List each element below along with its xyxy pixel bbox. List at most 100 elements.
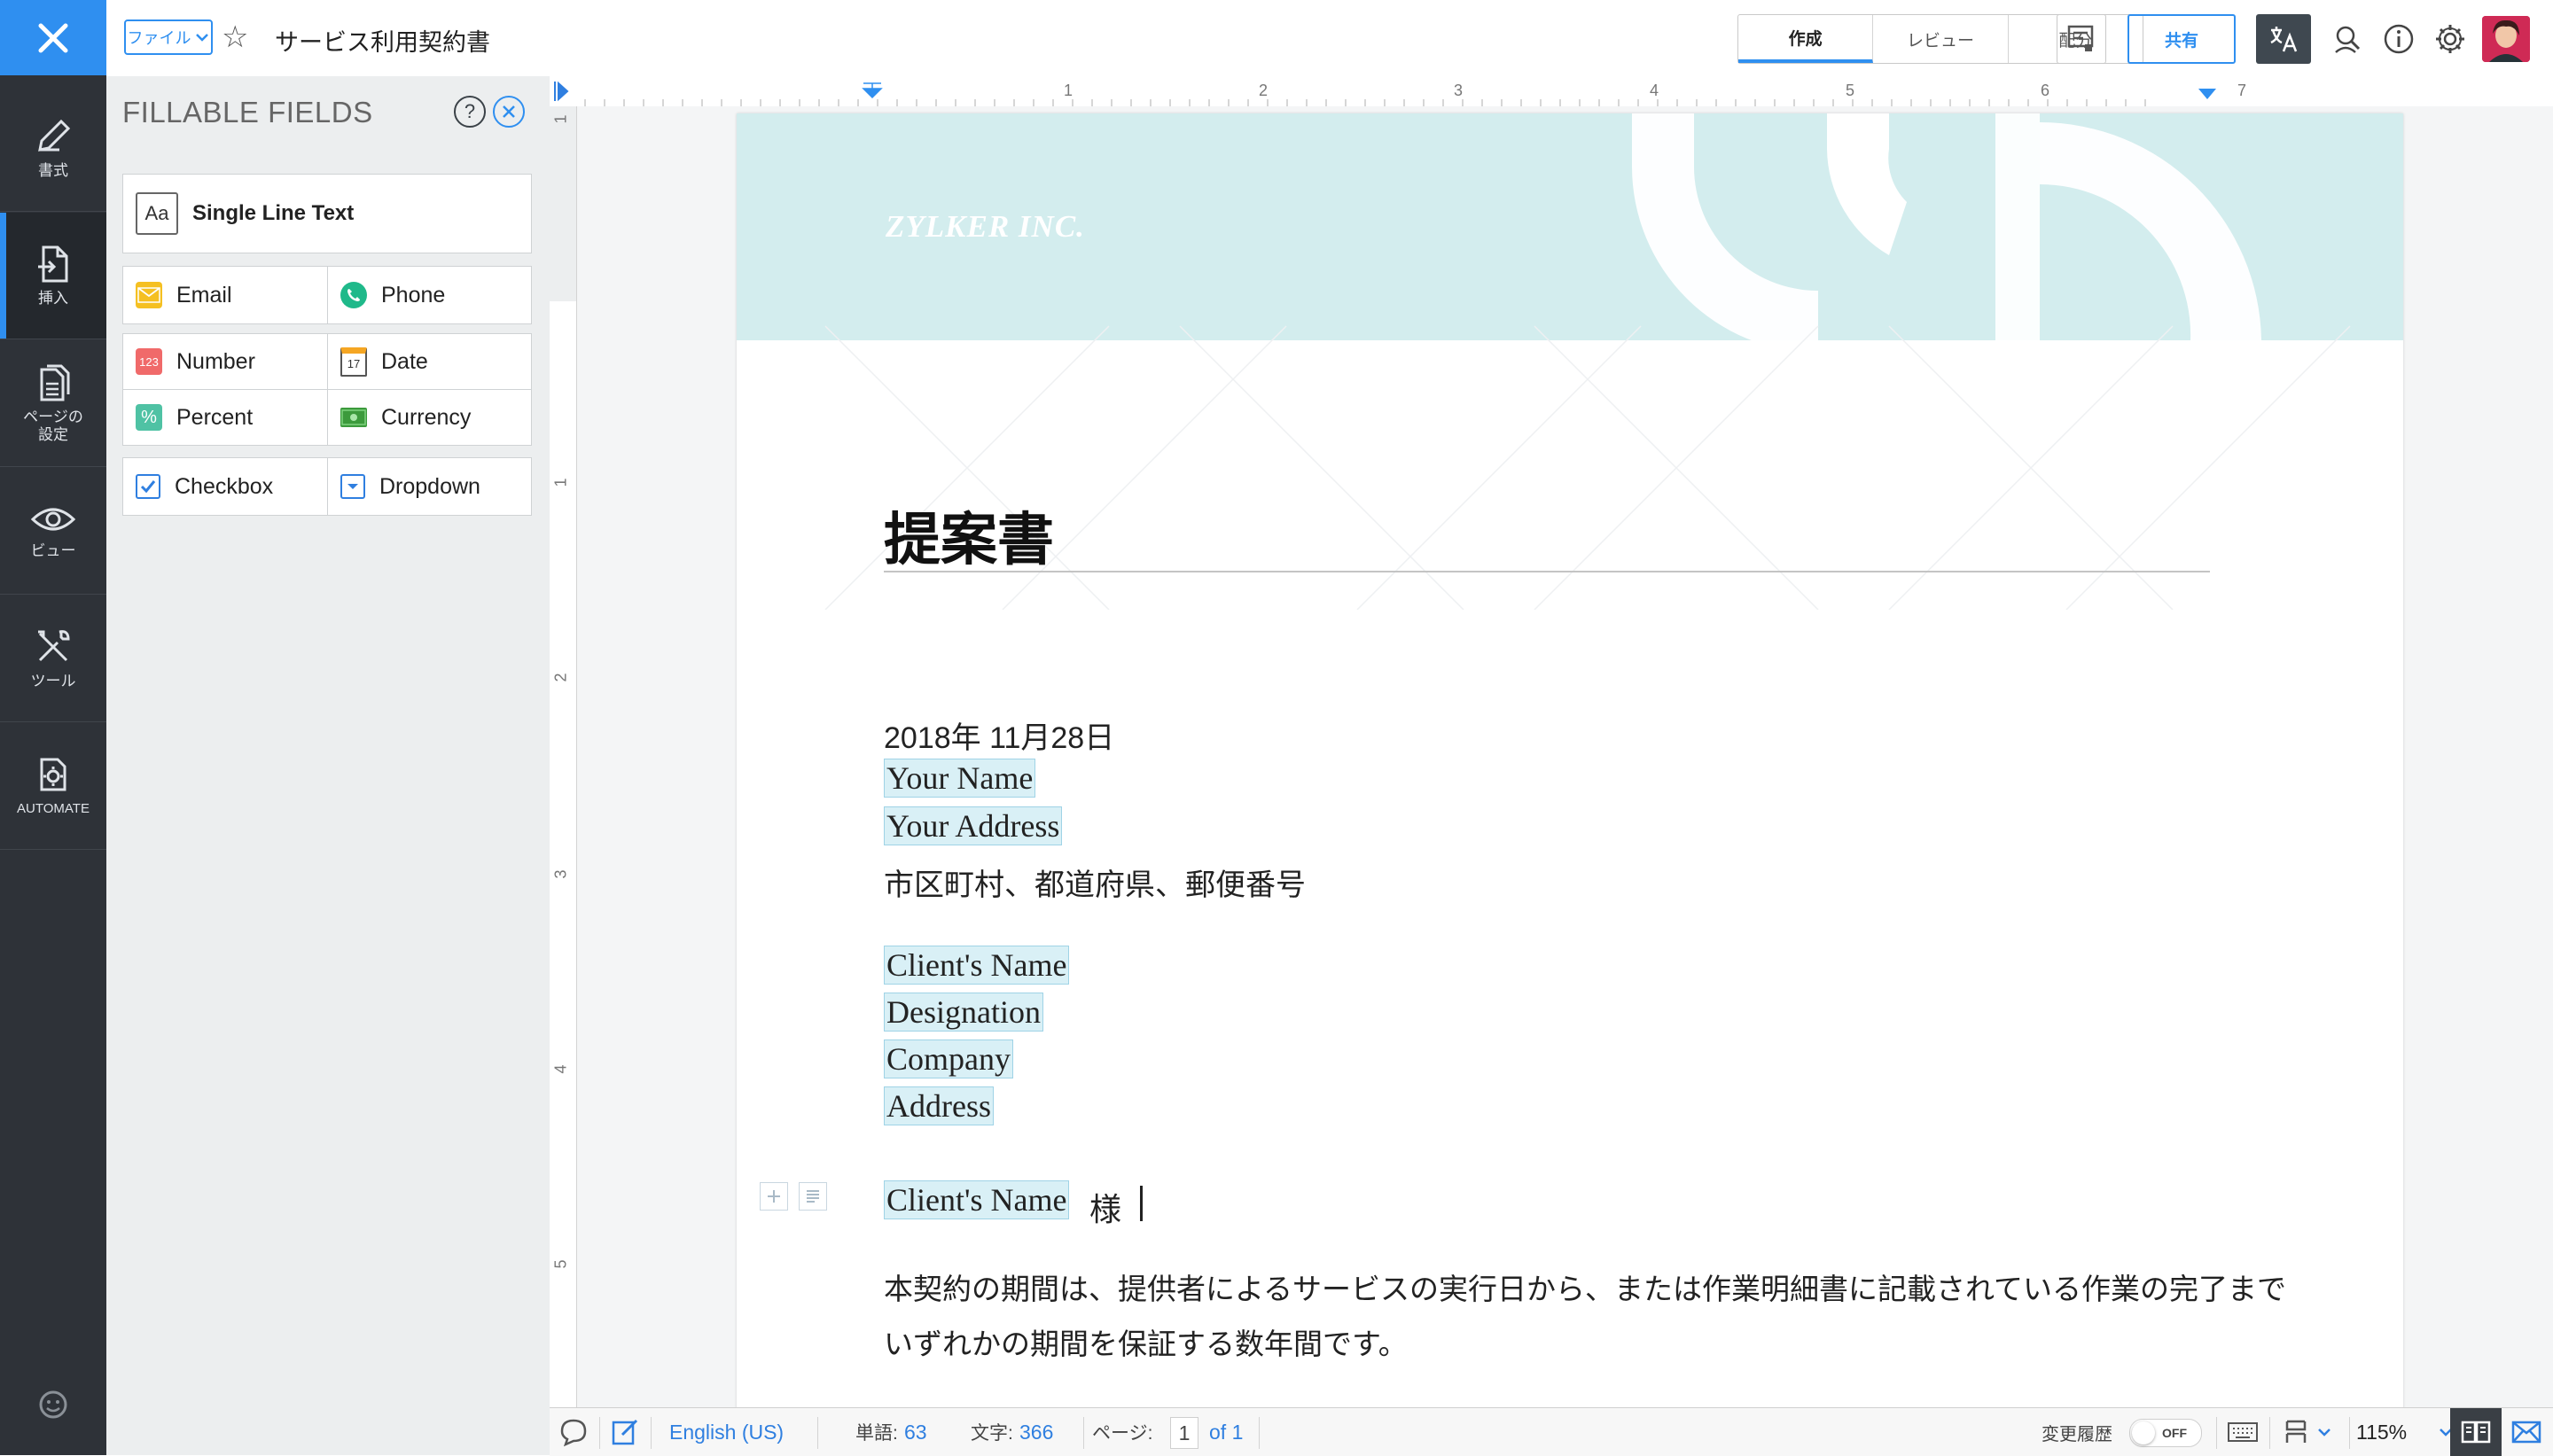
- percent-field-button[interactable]: % Percent: [122, 389, 328, 446]
- edit-mode-button[interactable]: [610, 1408, 640, 1456]
- page-layout-icon: [2285, 1420, 2307, 1443]
- file-menu-button[interactable]: ファイル: [124, 19, 213, 55]
- close-icon: [503, 105, 515, 118]
- tools-icon: [38, 630, 70, 662]
- horizontal-ruler[interactable]: 1 2 3 4 5 6 7: [550, 76, 2553, 107]
- feedback-smiley-icon[interactable]: [35, 1387, 71, 1427]
- comment-notification-icon: [2067, 25, 2094, 51]
- rail-item-format[interactable]: 書式: [0, 85, 106, 212]
- document-page[interactable]: ZYLKER INC. 提案書 2018年 11月28日 Your Name Y…: [737, 113, 2403, 1409]
- page-layout-button[interactable]: [2283, 1408, 2332, 1456]
- client-name-field[interactable]: Client's Name: [884, 946, 1070, 985]
- zoom-level[interactable]: 115%: [2356, 1408, 2407, 1456]
- ruler-margin-shade: [550, 106, 576, 301]
- salutation-client-name-field[interactable]: Client's Name: [884, 1180, 1070, 1219]
- plus-icon: [768, 1190, 780, 1203]
- ruler-number: 1: [1064, 82, 1074, 99]
- fillable-fields-panel: FILLABLE FIELDS ? Aa Single Line Text Em…: [106, 76, 550, 1455]
- read-mode-button[interactable]: [2450, 1408, 2502, 1456]
- page-current-value: 1: [1178, 1421, 1191, 1444]
- document-title[interactable]: サービス利用契約書: [275, 23, 490, 58]
- close-button[interactable]: [0, 0, 106, 75]
- number-field-button[interactable]: 123 Number: [122, 333, 328, 390]
- avatar-image: [2482, 16, 2530, 62]
- word-count-value: 63: [904, 1420, 927, 1444]
- email-label: Email: [176, 282, 232, 308]
- search-button[interactable]: [2323, 14, 2372, 64]
- percent-icon: %: [136, 404, 162, 431]
- rail-item-insert[interactable]: 挿入: [0, 213, 106, 339]
- date-field-button[interactable]: 17 Date: [327, 333, 532, 390]
- checkbox-label: Checkbox: [175, 473, 274, 499]
- percent-label: Percent: [176, 404, 254, 430]
- rail-item-view[interactable]: ビュー: [0, 468, 106, 595]
- info-button[interactable]: [2374, 14, 2424, 64]
- keyboard-button[interactable]: [2227, 1408, 2259, 1456]
- city-state-zip-line[interactable]: 市区町村、都道府県、郵便番号: [884, 860, 1306, 904]
- settings-button[interactable]: [2425, 14, 2475, 64]
- rail-label-automate: AUTOMATE: [17, 801, 90, 816]
- checkbox-field-button[interactable]: Checkbox: [122, 457, 328, 516]
- single-line-text-field-button[interactable]: Aa Single Line Text: [122, 174, 532, 253]
- currency-field-button[interactable]: Currency: [327, 389, 532, 446]
- your-name-field[interactable]: Your Name: [884, 759, 1036, 798]
- page-number-input[interactable]: 1: [1170, 1417, 1198, 1449]
- add-block-button[interactable]: [760, 1182, 788, 1211]
- comment-bubble-icon: [560, 1419, 587, 1447]
- tab-compose[interactable]: 作成: [1738, 15, 1874, 63]
- rail-item-tools[interactable]: ツール: [0, 596, 106, 722]
- designation-field[interactable]: Designation: [884, 993, 1043, 1032]
- body-paragraph-line-2[interactable]: いずれかの期間を保証する数年間です。: [884, 1320, 1408, 1363]
- help-button[interactable]: ?: [454, 96, 486, 128]
- document-heading[interactable]: 提案書: [884, 494, 1054, 576]
- ruler-number: 3: [551, 869, 570, 879]
- translate-icon: [2270, 27, 2298, 52]
- status-bar: English (US) 単語: 63 文字: 366 ページ: 1 of 1 …: [550, 1407, 2553, 1456]
- salutation-suffix[interactable]: 様: [1089, 1184, 1121, 1230]
- close-panel-button[interactable]: [493, 96, 525, 128]
- dropdown-field-button[interactable]: Dropdown: [327, 457, 532, 516]
- comment-bell-button[interactable]: [2057, 14, 2106, 64]
- panel-title: FILLABLE FIELDS: [122, 96, 373, 128]
- number-label: Number: [176, 348, 255, 374]
- single-line-text-label: Single Line Text: [192, 201, 355, 225]
- ruler-number: 1: [551, 478, 570, 487]
- vertical-scrollbar[interactable]: [2533, 106, 2553, 1409]
- address-field[interactable]: Address: [884, 1086, 994, 1125]
- body-paragraph-line-1[interactable]: 本契約の期間は、提供者によるサービスの実行日から、または作業明細書に記載されてい…: [884, 1265, 2286, 1308]
- company-field[interactable]: Company: [884, 1039, 1013, 1078]
- ruler-number: 4: [1650, 82, 1659, 99]
- vertical-ruler[interactable]: 1 1 2 3 4 5: [550, 106, 577, 1409]
- block-options-button[interactable]: [799, 1182, 827, 1211]
- phone-field-button[interactable]: Phone: [327, 266, 532, 324]
- share-button[interactable]: 共有: [2128, 14, 2236, 64]
- language-selector[interactable]: English (US): [669, 1408, 784, 1456]
- send-mail-button[interactable]: [2510, 1408, 2542, 1456]
- page-total: of 1: [1209, 1420, 1244, 1444]
- book-icon: [2461, 1421, 2491, 1444]
- document-date[interactable]: 2018年 11月28日: [884, 713, 1114, 757]
- dropdown-label: Dropdown: [379, 473, 480, 499]
- rail-label-view: ビュー: [30, 542, 76, 559]
- keyboard-icon: [2228, 1422, 2258, 1442]
- email-field-button[interactable]: Email: [122, 266, 328, 324]
- track-changes-label: 変更履歴: [2042, 1424, 2112, 1444]
- your-address-field[interactable]: Your Address: [884, 806, 1063, 845]
- comments-button[interactable]: [558, 1408, 589, 1456]
- left-rail: 書式 挿入 ページの 設定 ビュー ツール AUTOMATE: [0, 0, 106, 1455]
- user-avatar[interactable]: [2482, 16, 2530, 62]
- automate-gear-icon: [40, 758, 66, 791]
- rail-item-automate[interactable]: AUTOMATE: [0, 723, 106, 850]
- translate-button[interactable]: [2256, 14, 2311, 64]
- ruler-number: 2: [551, 673, 570, 682]
- insert-document-icon: [38, 245, 68, 283]
- track-changes-toggle[interactable]: OFF: [2129, 1419, 2202, 1447]
- phone-icon: [340, 282, 367, 308]
- date-label: Date: [381, 348, 428, 374]
- page-setup-icon: [40, 364, 70, 401]
- rail-item-page-setup[interactable]: ページの 設定: [0, 340, 106, 467]
- ruler-number: 5: [1846, 82, 1855, 99]
- tab-review[interactable]: レビュー: [1873, 15, 2009, 63]
- favorite-star-icon[interactable]: ☆: [222, 19, 248, 55]
- char-count-value: 366: [1019, 1420, 1054, 1444]
